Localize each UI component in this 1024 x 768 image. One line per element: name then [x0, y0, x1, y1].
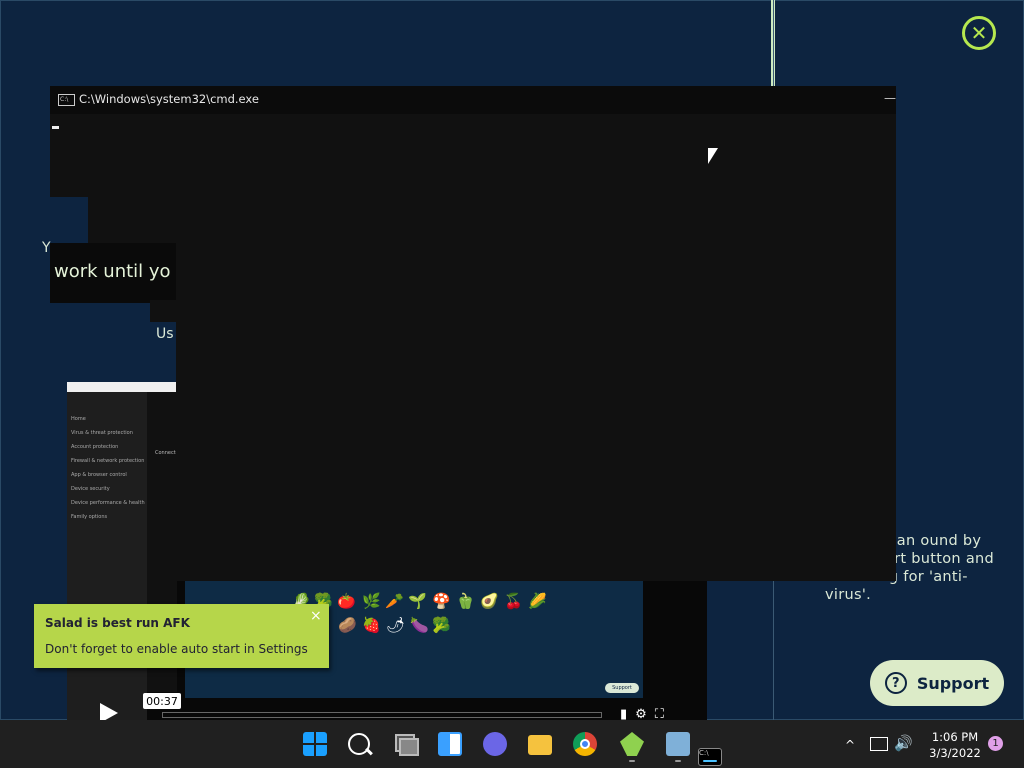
- video-menu-item: Account protection: [71, 444, 119, 450]
- veggie-icon: 🥕: [385, 592, 404, 610]
- chat-icon[interactable]: [483, 732, 507, 756]
- toast-title: Salad is best run AFK: [45, 616, 190, 630]
- cmd-console[interactable]: [88, 196, 896, 243]
- toast-message: Don't forget to enable auto start in Set…: [45, 642, 308, 656]
- mouse-pointer-icon: [708, 148, 718, 164]
- fragment-work: work until yo: [50, 243, 176, 303]
- veggie-icon: 🥦: [432, 616, 451, 634]
- video-menu-item: Virus & threat protection: [71, 430, 133, 436]
- video-menu-item: Family options: [71, 514, 108, 520]
- clock-date[interactable]: 3/3/2022: [925, 746, 985, 760]
- search-icon[interactable]: [348, 733, 370, 755]
- cmd-icon[interactable]: C:\: [698, 748, 722, 766]
- video-menu-item: Device performance & health: [71, 500, 145, 506]
- video-menu-item: App & browser control: [71, 472, 127, 478]
- veggie-icon: 🍓: [362, 616, 381, 634]
- veggie-icon: 🍄: [432, 592, 451, 610]
- veggie-icon: 🍆: [410, 616, 429, 634]
- veggie-icon: 🥔: [338, 616, 357, 634]
- fragment-work-text: work until yo: [54, 261, 171, 282]
- veggie-icon: 🍒: [504, 592, 523, 610]
- support-button[interactable]: ? Support: [870, 660, 1004, 706]
- cmd-console[interactable]: [176, 240, 896, 581]
- active-indicator: [703, 760, 717, 762]
- question-icon: ?: [884, 672, 907, 694]
- veggie-icon: 🍅: [337, 592, 356, 610]
- afk-toast: Salad is best run AFK Don't forget to en…: [34, 604, 329, 668]
- cmd-window-icon: C:\: [58, 94, 75, 106]
- running-indicator: [629, 760, 635, 762]
- video-menu-item: Device security: [71, 486, 110, 492]
- chevron-up-icon[interactable]: ^: [845, 738, 855, 752]
- resource-monitor-icon[interactable]: [666, 732, 690, 756]
- support-label: Support: [916, 673, 990, 693]
- volume-icon[interactable]: 🔊: [894, 734, 913, 752]
- running-indicator: [675, 760, 681, 762]
- clock-time[interactable]: 1:06 PM: [930, 730, 980, 744]
- close-icon[interactable]: ✕: [962, 16, 996, 50]
- video-seek-bar[interactable]: [162, 712, 602, 718]
- video-header-bar: [67, 382, 177, 392]
- veggie-icon: 🫑: [456, 592, 475, 610]
- cmd-titlebar[interactable]: C:\ C:\Windows\system32\cmd.exe —: [50, 86, 896, 114]
- task-view-icon[interactable]: [393, 732, 419, 756]
- fragment-text-us: Us: [156, 326, 174, 342]
- network-icon[interactable]: [870, 737, 888, 751]
- toast-close-icon[interactable]: ×: [310, 608, 322, 624]
- start-icon[interactable]: [303, 732, 327, 756]
- veggie-icon: 🌿: [362, 592, 381, 610]
- video-sidebar: Home Virus & threat protection Account p…: [67, 382, 147, 720]
- video-menu-item: Firewall & network protection: [71, 458, 145, 464]
- text-cursor: [52, 126, 59, 129]
- widgets-icon[interactable]: [438, 732, 462, 756]
- veggie-icon: 🥑: [480, 592, 499, 610]
- chrome-icon[interactable]: [573, 732, 597, 756]
- cmd-title: C:\Windows\system32\cmd.exe: [79, 92, 259, 106]
- notification-badge[interactable]: 1: [988, 736, 1003, 751]
- video-menu-item: Home: [71, 416, 86, 422]
- file-explorer-icon[interactable]: [528, 735, 552, 755]
- video-time: 00:37: [143, 693, 181, 709]
- veggie-icon: 🌽: [528, 592, 547, 610]
- veggie-icon: 🌶: [386, 616, 406, 634]
- video-support-button: Support: [605, 683, 639, 693]
- veggie-icon: 🌱: [408, 592, 427, 610]
- cmd-console[interactable]: [50, 114, 896, 197]
- minimize-button[interactable]: —: [884, 91, 896, 105]
